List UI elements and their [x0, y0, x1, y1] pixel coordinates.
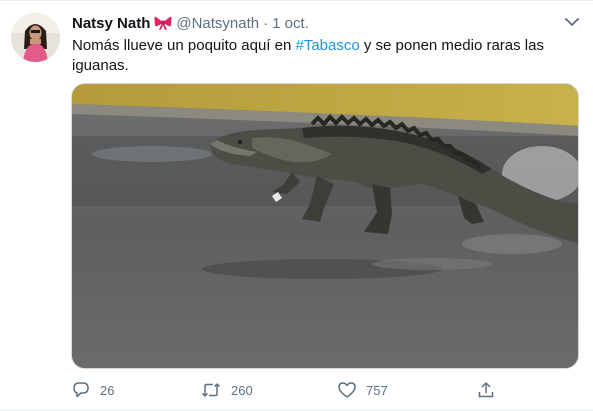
- tweet-text-before: Nomás llueve un poquito aquí en: [72, 37, 296, 54]
- share-button[interactable]: [477, 378, 495, 402]
- like-button[interactable]: 757: [338, 378, 388, 402]
- tweet-image[interactable]: [71, 83, 579, 369]
- user-handle[interactable]: @Natsynath: [176, 15, 259, 32]
- heart-icon: [338, 382, 356, 398]
- reply-icon: [73, 382, 89, 398]
- avatar[interactable]: [11, 13, 60, 62]
- tweet-text: Nomás llueve un poquito aquí en #Tabasco…: [72, 36, 577, 76]
- display-name[interactable]: Natsy Nath: [72, 15, 150, 32]
- crocodile-photo: [72, 84, 578, 368]
- tweet-date[interactable]: 1 oct.: [272, 15, 309, 32]
- hashtag-link[interactable]: #Tabasco: [295, 37, 359, 54]
- retweet-icon: [201, 383, 221, 397]
- tweet-card[interactable]: Natsy Nath @Natsynath · 1 oct. Nomás llu…: [0, 0, 593, 411]
- tweet-header: Natsy Nath @Natsynath · 1 oct.: [72, 12, 309, 34]
- reply-button[interactable]: 26: [72, 378, 114, 402]
- ribbon-bow-icon: [154, 16, 172, 30]
- tweet-actions: 26 260 757: [72, 378, 577, 402]
- retweet-button[interactable]: 260: [201, 378, 253, 402]
- separator-dot: ·: [263, 14, 269, 32]
- top-divider: [0, 0, 593, 1]
- chevron-down-icon: [565, 17, 579, 26]
- reply-count: 26: [100, 382, 115, 398]
- more-options-button[interactable]: [562, 12, 582, 32]
- retweet-count: 260: [231, 382, 253, 398]
- like-count: 757: [366, 382, 388, 398]
- share-icon: [478, 382, 494, 398]
